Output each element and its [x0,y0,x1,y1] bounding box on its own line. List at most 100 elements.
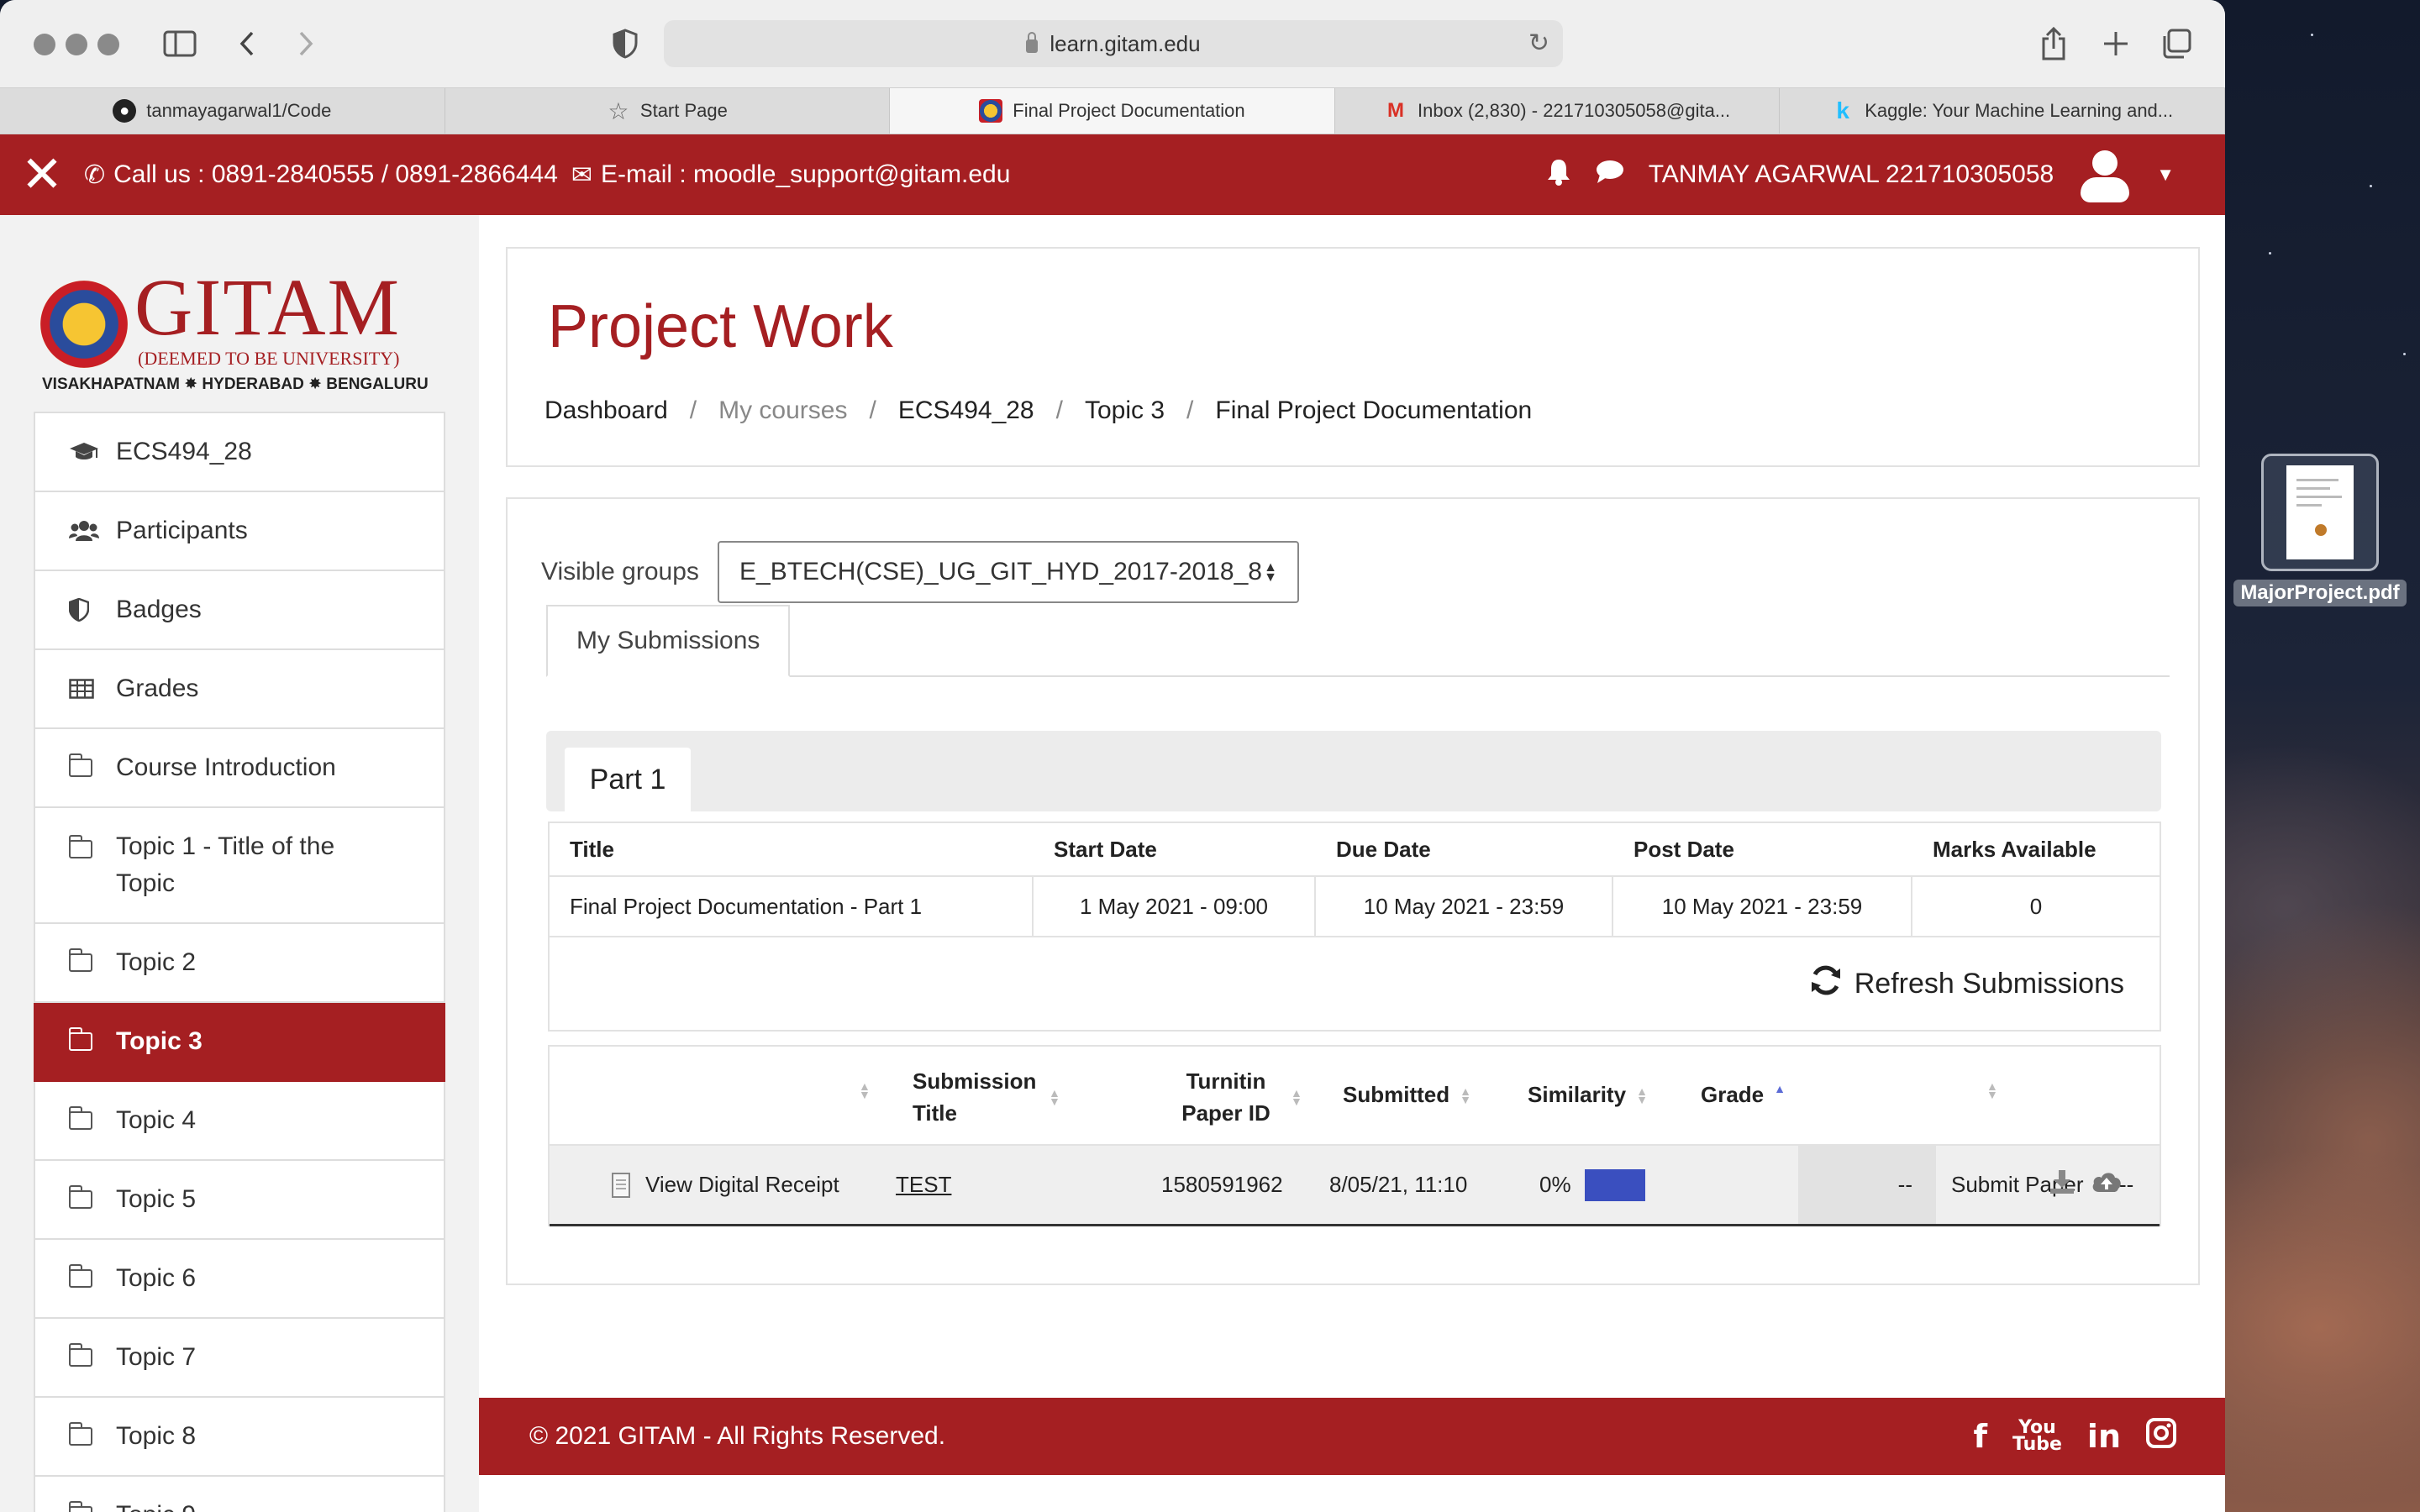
minimize-window-button[interactable] [66,34,87,55]
site-header: ✕ ✆ Call us : 0891-2840555 / 0891-286644… [0,134,2225,215]
submit-paper-button[interactable]: Submit Paper [1951,1170,2123,1200]
logo-name: GITAM [134,262,401,352]
gitam-seal-icon [40,281,128,368]
sidebar-item-topic-7[interactable]: Topic 7 [34,1319,445,1398]
table-header-row: ▲ ▼ Submission Title ▲ ▼ Turnitin Paper ID… [550,1047,2160,1146]
part-tabs: Part 1 [546,731,2161,811]
linkedin-icon[interactable]: in [2087,1418,2121,1455]
view-digital-receipt-link[interactable]: View Digital Receipt [612,1172,839,1198]
new-tab-icon[interactable] [2096,24,2136,64]
visible-groups-select[interactable]: E_BTECH(CSE)_UG_GIT_HYD_2017-2018_8 ▲ ▼ [718,541,1299,603]
tab-part-1[interactable]: Part 1 [565,748,691,811]
document-icon [612,1172,630,1198]
close-window-button[interactable] [34,34,55,55]
instagram-icon[interactable] [2146,1418,2176,1455]
pdf-thumbnail-icon [2261,454,2379,571]
user-name[interactable]: TANMAY AGARWAL 221710305058 [1649,160,2054,189]
post-date-cell: 10 May 2021 - 23:59 [1613,877,1912,936]
breadcrumb-topic[interactable]: Topic 3 [1085,396,1165,425]
desktop-file-majorproject[interactable]: MajorProject.pdf [2232,454,2408,606]
sidebar-item-label: Grades [116,675,199,702]
tab-my-submissions[interactable]: My Submissions [546,605,791,677]
privacy-shield-icon[interactable] [605,24,645,64]
sidebar-item-label: Topic 1 - Title of the Topic [116,832,335,897]
breadcrumb-current[interactable]: Final Project Documentation [1215,396,1532,425]
user-menu-caret-icon[interactable]: ▼ [2156,164,2175,186]
table-icon [69,679,99,699]
receipt-label: View Digital Receipt [645,1172,839,1197]
zoom-window-button[interactable] [97,34,119,55]
folder-icon [68,948,99,972]
sidebar-item-grades[interactable]: Grades [34,650,445,729]
sort-icon[interactable]: ▲ ▼ [1986,1080,1998,1100]
tab-label: Kaggle: Your Machine Learning and... [1865,100,2174,121]
browser-window: learn.gitam.edu ↻ ● tanmayagarwal1/Code … [0,0,2225,1512]
part-title-cell: Final Project Documentation - Part 1 [550,877,1034,936]
breadcrumb-separator: / [689,396,697,424]
address-bar[interactable]: learn.gitam.edu ↻ [664,20,1563,67]
refresh-submissions-button[interactable]: Refresh Submissions [550,937,2160,1030]
start-date-cell: 1 May 2021 - 09:00 [1034,877,1316,936]
breadcrumb-dashboard[interactable]: Dashboard [544,396,668,425]
sidebar-item-topic-3[interactable]: Topic 3 [34,1003,445,1082]
notifications-bell-icon[interactable] [1546,157,1571,192]
back-icon[interactable] [227,24,267,64]
submission-tabs: My Submissions [546,605,2170,677]
column-header-grade[interactable]: Grade ▲ [1701,1082,1786,1108]
sidebar-item-topic-9[interactable]: Topic 9 [34,1477,445,1512]
tab-gmail-inbox[interactable]: M Inbox (2,830) - 221710305058@gita... [1335,88,1781,134]
select-arrows-icon: ▲ ▼ [1264,560,1277,585]
sort-icon[interactable]: ▲ ▼ [859,1080,871,1100]
sidebar-toggle-icon[interactable] [160,24,200,64]
column-header-similarity[interactable]: Similarity ▲ ▼ [1528,1082,1648,1108]
sidebar-item-topic-4[interactable]: Topic 4 [34,1082,445,1161]
header-label: Grade [1701,1082,1765,1107]
gitam-logo[interactable]: GITAM (DEEMED TO BE UNIVERSITY) VISAKHAP… [40,262,429,393]
share-icon[interactable] [2033,24,2074,64]
tab-final-project-documentation[interactable]: Final Project Documentation [890,88,1335,134]
submission-title-link[interactable]: TEST [896,1172,951,1198]
similarity-cell[interactable]: 0% [1539,1168,1645,1201]
sidebar-item-participants[interactable]: Participants [34,492,445,571]
phone-icon: ✆ [84,160,106,189]
breadcrumb-my-courses[interactable]: My courses [718,396,847,425]
tab-github[interactable]: ● tanmayagarwal1/Code [0,88,445,134]
url-text: learn.gitam.edu [1050,30,1201,56]
email-text[interactable]: E-mail : moodle_support@gitam.edu [601,160,1010,189]
download-icon[interactable] [2049,1168,2075,1201]
column-header-paper-id[interactable]: Turnitin Paper ID ▲ ▼ [1171,1065,1302,1129]
sidebar-item-course[interactable]: ECS494_28 [34,413,445,492]
user-avatar-icon[interactable] [2077,147,2133,202]
folder-icon [68,1106,99,1130]
column-header-submitted[interactable]: Submitted ▲ ▼ [1343,1082,1471,1108]
sidebar-item-topic-8[interactable]: Topic 8 [34,1398,445,1477]
envelope-icon: ✉ [571,160,593,189]
sidebar-item-topic-2[interactable]: Topic 2 [34,924,445,1003]
messages-chat-icon[interactable] [1595,158,1625,192]
contact-info: ✆ Call us : 0891-2840555 / 0891-2866444 … [84,160,1010,190]
tab-kaggle[interactable]: k Kaggle: Your Machine Learning and... [1780,88,2225,134]
sidebar-item-topic-1[interactable]: Topic 1 - Title of the Topic [34,808,445,924]
logo-cities: VISAKHAPATNAM ✸ HYDERABAD ✸ BENGALURU [42,375,429,393]
reload-icon[interactable]: ↻ [1528,29,1549,58]
visible-groups-label: Visible groups [541,558,699,585]
close-drawer-icon[interactable]: ✕ [0,134,84,215]
part-info-table: Title Start Date Due Date Post Date Mark… [548,822,2161,1032]
header-label: Turnitin Paper ID [1181,1068,1270,1126]
breadcrumb-course[interactable]: ECS494_28 [898,396,1034,425]
sidebar-item-course-introduction[interactable]: Course Introduction [34,729,445,808]
tab-start-page[interactable]: ☆ Start Page [445,88,891,134]
folder-icon [68,753,99,777]
sidebar-item-topic-5[interactable]: Topic 5 [34,1161,445,1240]
visible-groups-value: E_BTECH(CSE)_UG_GIT_HYD_2017-2018_8 [739,558,1262,585]
sidebar-item-topic-6[interactable]: Topic 6 [34,1240,445,1319]
kaggle-icon: k [1836,97,1849,123]
youtube-icon[interactable]: You Tube [2012,1419,2062,1454]
column-header-submission-title[interactable]: Submission Title ▲ ▼ [913,1065,1060,1129]
tab-overview-icon[interactable] [2156,24,2196,64]
sidebar-item-badges[interactable]: Badges [34,571,445,650]
forward-icon[interactable] [286,24,326,64]
page-header: Project Work Dashboard / My courses / EC… [506,247,2200,467]
sidebar-item-label: ECS494_28 [116,438,252,465]
facebook-icon[interactable]: f [1973,1418,1987,1455]
